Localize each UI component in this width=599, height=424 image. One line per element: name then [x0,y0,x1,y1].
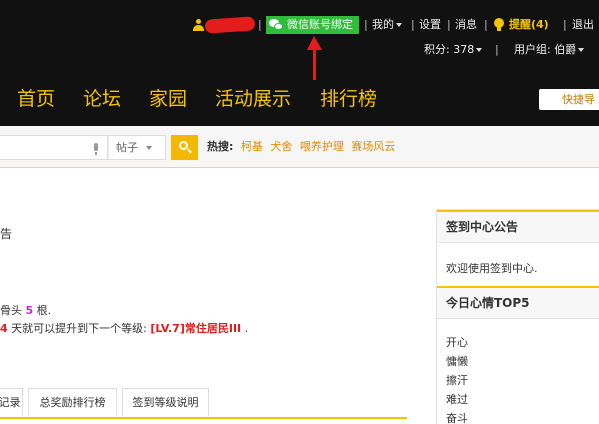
points-menu[interactable]: 积分: 378 [424,41,483,59]
lightbulb-icon [494,18,504,32]
search-button[interactable] [171,135,198,160]
messages-link[interactable]: 消息 [455,16,477,34]
my-menu-label: 我的 [372,18,394,31]
reward-info: 骨头 5 根. [0,302,51,318]
level-end: . [244,322,249,335]
chevron-down-icon [146,146,152,150]
separator: | [258,18,262,31]
level-info: 4 天就可以提升到下一个等级: [LV.7]常住居民III . [0,320,248,336]
tab-bar: 记录 总奖励排行榜 签到等级说明 [0,388,407,419]
separator: | [495,43,499,56]
reminder-link[interactable]: 提醒(4) [509,16,549,34]
user-toolbar: | 微信账号绑定 | 我的 | 设置 | 消息 | 提醒(4) | 退出 [0,16,599,34]
mood-item[interactable]: 擦汗 [446,371,468,390]
chevron-down-icon [476,48,483,52]
mood-item[interactable]: 开心 [446,333,468,352]
separator: | [411,18,415,31]
tab-level-info[interactable]: 签到等级说明 [122,388,209,416]
hot-search: 热搜: 柯基 犬舍 喂养护理 赛场风云 [207,139,395,155]
points-label: 积分: 378 [424,43,475,56]
separator: | [563,18,567,31]
sidebar: 签到中心公告 欢迎使用签到中心. 今日心情TOP5 开心 慵懒 擦汗 难过 奋斗 [436,209,599,424]
top-header: | 微信账号绑定 | 我的 | 设置 | 消息 | 提醒(4) | 退出 积分:… [0,0,599,126]
hot-keyword[interactable]: 柯基 [241,140,263,153]
hot-keyword[interactable]: 赛场风云 [351,140,395,153]
redacted-username [204,16,256,34]
wechat-bind-label: 微信账号绑定 [287,18,353,31]
logout-link[interactable]: 退出 [572,16,594,34]
mood-item[interactable]: 难过 [446,390,468,409]
main-nav: 首页 论坛 家园 活动展示 排行榜 [0,84,599,114]
section-title-fragment: 告 [0,227,13,241]
hot-keyword[interactable]: 犬舍 [270,140,292,153]
level-text: 天就可以提升到下一个等级: [11,322,147,335]
chevron-down-icon [578,48,585,52]
nav-item-home[interactable]: 首页 [17,84,55,114]
my-menu[interactable]: 我的 [372,16,402,34]
reward-text: 骨头 [0,304,22,317]
search-type-select[interactable]: 帖子 [108,135,166,160]
reward-unit: 根. [36,304,52,317]
search-type-value: 帖子 [116,141,138,154]
quick-nav-button[interactable]: 快捷导 [539,89,599,110]
nav-item-activities[interactable]: 活动展示 [215,84,291,114]
nav-item-home-space[interactable]: 家园 [149,84,187,114]
mood-item[interactable]: 慵懒 [446,352,468,371]
user-stats: 积分: 378 | 用户组: 伯爵 [0,41,599,59]
main-content: 告 骨头 5 根. 4 天就可以提升到下一个等级: [LV.7]常住居民III … [0,169,599,424]
wechat-bind-button[interactable]: 微信账号绑定 [266,16,359,34]
separator: | [484,18,488,31]
tab-reward-ranking[interactable]: 总奖励排行榜 [28,388,117,416]
microphone-icon[interactable] [92,143,100,155]
settings-link[interactable]: 设置 [419,16,441,34]
separator: | [364,18,368,31]
days-remaining: 4 [0,322,8,335]
next-level: [LV.7]常住居民III [150,322,242,335]
separator: | [447,18,451,31]
tab-records[interactable]: 记录 [0,388,23,416]
notice-text: 欢迎使用签到中心. [446,262,538,275]
hot-keyword[interactable]: 喂养护理 [300,140,344,153]
user-icon [193,19,204,31]
notice-header: 签到中心公告 [437,210,599,243]
reward-count: 5 [25,304,34,317]
wechat-icon [269,19,284,31]
mood-header: 今日心情TOP5 [437,286,599,319]
hot-search-label: 热搜: [207,140,234,153]
nav-item-forum[interactable]: 论坛 [83,84,121,114]
chevron-down-icon [396,23,402,27]
usergroup-label: 用户组: 伯爵 [514,43,577,56]
mood-item[interactable]: 奋斗 [446,409,468,424]
nav-item-rankings[interactable]: 排行榜 [320,84,377,114]
usergroup-menu[interactable]: 用户组: 伯爵 [514,41,585,59]
